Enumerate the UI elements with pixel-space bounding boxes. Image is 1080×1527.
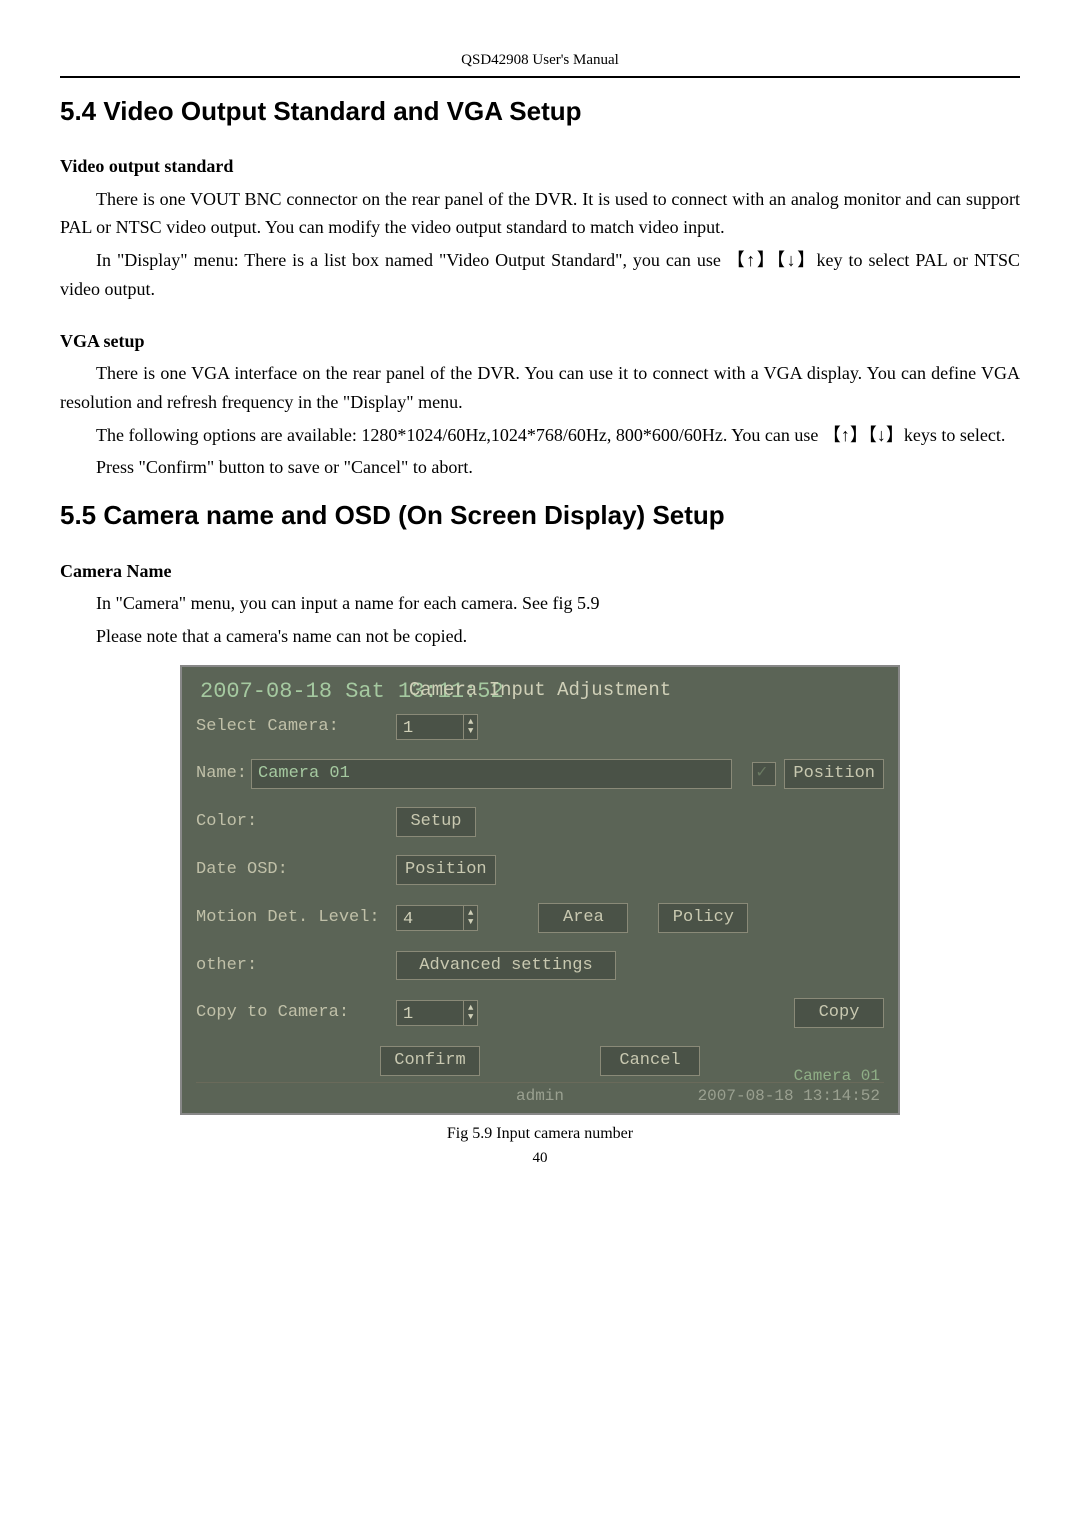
motion-det-row: Motion Det. Level: 4 ▲▼ Area Policy	[196, 903, 884, 933]
position-checkbox[interactable]	[752, 762, 776, 786]
advanced-settings-button[interactable]: Advanced settings	[396, 951, 616, 981]
dialog-title: Camera Input Adjustment	[409, 677, 671, 704]
name-label: Name:	[196, 762, 251, 786]
area-button[interactable]: Area	[538, 903, 628, 933]
header-rule	[60, 76, 1020, 78]
motion-det-label: Motion Det. Level:	[196, 906, 396, 930]
copy-to-spinner[interactable]: 1 ▲▼	[396, 1000, 478, 1026]
screenshot-title-row: 2007-08-18 Sat 13:11:52 Camera Input Adj…	[196, 677, 884, 703]
date-osd-row: Date OSD: Position	[196, 855, 884, 885]
other-label: other:	[196, 954, 396, 978]
camera-input-adjustment-screenshot: 2007-08-18 Sat 13:11:52 Camera Input Adj…	[180, 665, 900, 1115]
status-bar: Camera 01 admin 2007-08-18 13:14:52	[196, 1082, 884, 1107]
name-input[interactable]: Camera 01	[251, 759, 732, 789]
confirm-cancel-row: Confirm Cancel	[196, 1046, 884, 1076]
confirm-button[interactable]: Confirm	[380, 1046, 480, 1076]
paragraph: Please note that a camera's name can not…	[60, 622, 1020, 651]
paragraph: In "Camera" menu, you can input a name f…	[60, 589, 1020, 618]
other-row: other: Advanced settings	[196, 951, 884, 981]
paragraph: There is one VGA interface on the rear p…	[60, 359, 1020, 417]
paragraph: Press "Confirm" button to save or "Cance…	[60, 453, 1020, 482]
paragraph: In "Display" menu: There is a list box n…	[60, 246, 1020, 304]
date-osd-label: Date OSD:	[196, 858, 396, 882]
paragraph: The following options are available: 128…	[60, 421, 1020, 450]
cancel-button[interactable]: Cancel	[600, 1046, 700, 1076]
color-row: Color: Setup	[196, 807, 884, 837]
spinner-arrows-icon[interactable]: ▲▼	[463, 1001, 477, 1025]
policy-button[interactable]: Policy	[658, 903, 748, 933]
vga-setup-heading: VGA setup	[60, 329, 1020, 354]
select-camera-label: Select Camera:	[196, 715, 396, 739]
paragraph: There is one VOUT BNC connector on the r…	[60, 185, 1020, 243]
page-number: 40	[60, 1148, 1020, 1169]
select-camera-spinner[interactable]: 1 ▲▼	[396, 714, 478, 740]
name-position-button[interactable]: Position	[784, 759, 884, 789]
motion-det-value: 4	[397, 906, 463, 930]
video-output-standard-heading: Video output standard	[60, 154, 1020, 179]
copy-to-label: Copy to Camera:	[196, 1001, 396, 1025]
name-row: Name: Camera 01 Position	[196, 759, 884, 789]
camera-name-heading: Camera Name	[60, 559, 1020, 584]
spinner-arrows-icon[interactable]: ▲▼	[463, 715, 477, 739]
select-camera-value: 1	[397, 715, 463, 739]
running-header: QSD42908 User's Manual	[60, 50, 1020, 71]
status-timestamp: 2007-08-18 13:14:52	[698, 1085, 880, 1107]
copy-to-row: Copy to Camera: 1 ▲▼ Copy	[196, 998, 884, 1028]
date-osd-position-button[interactable]: Position	[396, 855, 496, 885]
section-5-4-title: 5.4 Video Output Standard and VGA Setup	[60, 93, 1020, 129]
section-5-5-title: 5.5 Camera name and OSD (On Screen Displ…	[60, 497, 1020, 533]
spinner-arrows-icon[interactable]: ▲▼	[463, 906, 477, 930]
motion-det-spinner[interactable]: 4 ▲▼	[396, 905, 478, 931]
status-user: admin	[516, 1085, 564, 1107]
copy-button[interactable]: Copy	[794, 998, 884, 1028]
color-setup-button[interactable]: Setup	[396, 807, 476, 837]
figure-caption: Fig 5.9 Input camera number	[60, 1123, 1020, 1145]
select-camera-row: Select Camera: 1 ▲▼	[196, 713, 884, 741]
copy-to-value: 1	[397, 1001, 463, 1025]
color-label: Color:	[196, 810, 396, 834]
